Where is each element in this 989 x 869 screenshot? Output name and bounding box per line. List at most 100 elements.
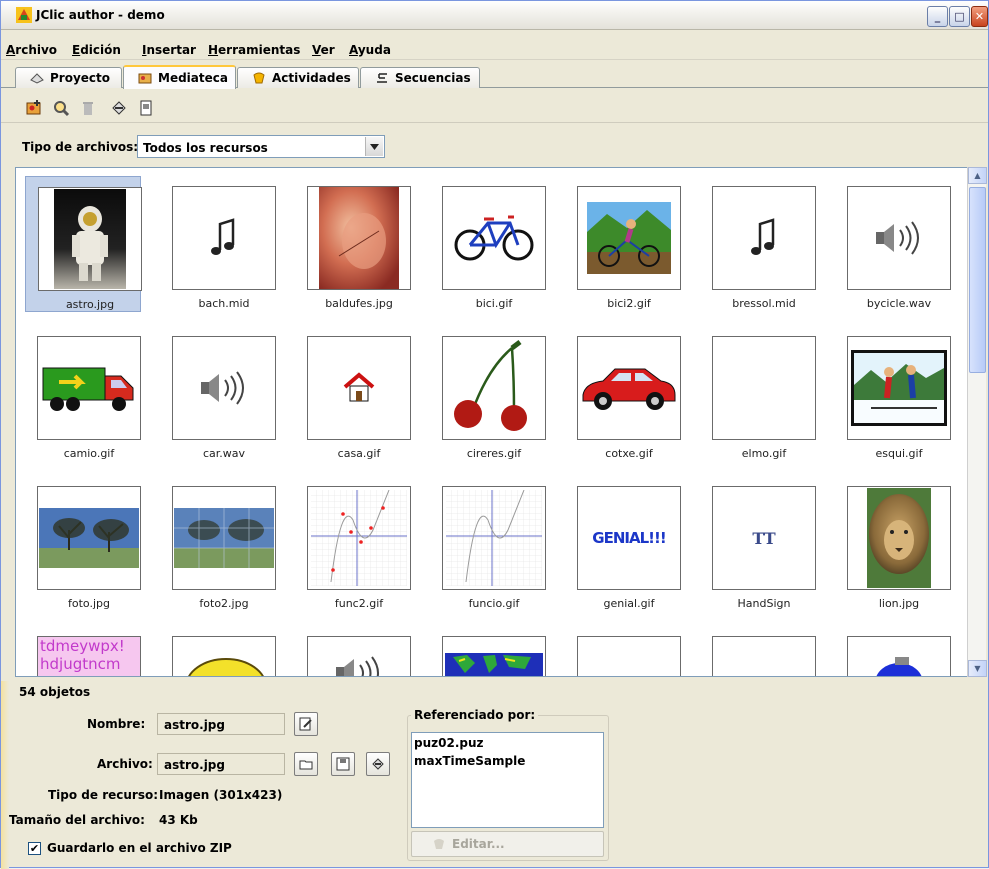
media-item[interactable]: baldufes.jpg	[295, 176, 411, 312]
project-icon	[30, 73, 44, 84]
window-title: JClic author - demo	[36, 8, 165, 22]
rename-button[interactable]	[294, 712, 318, 736]
media-item[interactable]: bici2.gif	[565, 176, 681, 312]
folder-icon	[299, 760, 313, 770]
media-item[interactable]: esqui.gif	[835, 326, 951, 462]
file-field[interactable]: astro.jpg	[157, 753, 285, 775]
media-item[interactable]: camio.gif	[25, 326, 141, 462]
update-file-button[interactable]	[366, 752, 390, 776]
media-item[interactable]	[160, 626, 276, 676]
activities-icon	[253, 72, 265, 84]
media-item[interactable]: elmo.gif	[700, 326, 816, 462]
media-item[interactable]: cireres.gif	[430, 326, 546, 462]
tab-proyecto[interactable]: Proyecto	[15, 67, 122, 88]
menu-insertar[interactable]: Insertar	[142, 43, 196, 57]
menu-edicion[interactable]: Edición	[72, 43, 121, 57]
media-item[interactable]	[835, 626, 951, 676]
skiers-thumbnail	[847, 336, 951, 440]
media-item[interactable]: bach.mid	[160, 176, 276, 312]
minimize-button[interactable]: _	[927, 6, 948, 27]
media-item[interactable]: tdmeywpx! hdjugtncm	[25, 626, 141, 676]
media-item-label: cireres.gif	[466, 447, 522, 460]
blank-thumbnail	[577, 636, 681, 676]
menu-archivo[interactable]: Archivo	[6, 43, 57, 57]
edit-button: Editar...	[411, 831, 604, 857]
letters-thumbnail: tdmeywpx! hdjugtncm	[37, 636, 141, 676]
media-item[interactable]	[700, 626, 816, 676]
media-item[interactable]: TT HandSign	[700, 476, 816, 612]
title-bar[interactable]: JClic author - demo _ □ ✕	[1, 1, 988, 30]
preview-button[interactable]	[50, 97, 72, 119]
zip-checkbox-row[interactable]: ✔ Guardarlo en el archivo ZIP	[28, 841, 232, 855]
activity-icon	[434, 839, 444, 849]
file-type-value: Todos los recursos	[143, 141, 268, 155]
world-map-thumbnail	[442, 636, 546, 676]
media-item[interactable]: GENIAL!!! genial.gif	[565, 476, 681, 612]
media-item-label: lion.jpg	[878, 597, 920, 610]
media-item-label: genial.gif	[603, 597, 655, 610]
filter-row: Tipo de archivos: Todos los recursos	[1, 131, 988, 163]
media-item[interactable]: bici.gif	[430, 176, 546, 312]
media-item[interactable]: func2.gif	[295, 476, 411, 612]
media-item[interactable]: astro.jpg	[25, 176, 142, 312]
media-item-label: cotxe.gif	[605, 447, 653, 460]
media-item[interactable]: cotxe.gif	[565, 326, 681, 462]
media-library-icon	[138, 73, 152, 84]
font-icon-thumbnail: TT	[712, 486, 816, 590]
menu-herramientas[interactable]: Herramientas	[208, 43, 300, 57]
chevron-down-icon[interactable]	[365, 137, 383, 156]
name-field[interactable]: astro.jpg	[157, 713, 285, 735]
close-button[interactable]: ✕	[971, 6, 988, 27]
media-item[interactable]: lion.jpg	[835, 476, 951, 612]
scroll-down-button[interactable]: ▼	[968, 660, 987, 677]
media-item-label: camio.gif	[63, 447, 115, 460]
media-item[interactable]	[295, 626, 411, 676]
media-item[interactable]: funcio.gif	[430, 476, 546, 612]
maximize-button[interactable]: □	[949, 6, 970, 27]
vertical-scrollbar[interactable]: ▲ ▼	[967, 167, 987, 677]
scroll-up-button[interactable]: ▲	[968, 167, 987, 184]
tab-actividades[interactable]: Actividades	[237, 67, 359, 88]
media-item[interactable]: car.wav	[160, 326, 276, 462]
media-item[interactable]: foto.jpg	[25, 476, 141, 612]
file-type-select[interactable]: Todos los recursos	[137, 135, 385, 158]
tab-mediateca[interactable]: Mediateca	[123, 65, 236, 89]
save-file-button[interactable]	[331, 752, 355, 776]
scroll-thumb[interactable]	[969, 187, 986, 373]
delete-icon	[83, 102, 93, 115]
truck-thumbnail	[37, 336, 141, 440]
menu-ayuda[interactable]: Ayuda	[349, 43, 391, 57]
list-item[interactable]: maxTimeSample	[414, 754, 525, 768]
export-button[interactable]	[135, 97, 157, 119]
lemon-thumbnail	[172, 636, 276, 676]
open-file-button[interactable]	[294, 752, 318, 776]
media-item[interactable]: bressol.mid	[700, 176, 816, 312]
menu-ver[interactable]: Ver	[312, 43, 335, 57]
file-size-label: Tamaño del archivo:	[9, 813, 145, 827]
zip-checkbox-label: Guardarlo en el archivo ZIP	[47, 841, 232, 855]
list-item[interactable]: puz02.puz	[414, 736, 484, 750]
media-item[interactable]	[565, 626, 681, 676]
genial-text: GENIAL!!!	[592, 529, 666, 547]
tab-secuencias[interactable]: Secuencias	[360, 67, 480, 88]
side-decoration	[1, 681, 9, 869]
add-media-button[interactable]	[23, 97, 45, 119]
media-item[interactable]	[430, 626, 546, 676]
media-item-label: bressol.mid	[732, 297, 796, 310]
references-list[interactable]: puz02.puz maxTimeSample	[411, 732, 604, 828]
media-item[interactable]: bycicle.wav	[835, 176, 951, 312]
media-item[interactable]: foto2.jpg	[160, 476, 276, 612]
name-label: Nombre:	[87, 717, 146, 731]
media-item[interactable]: casa.gif	[295, 326, 411, 462]
function-plot-points-thumbnail	[307, 486, 411, 590]
font-icon: TT	[752, 528, 776, 548]
music-note-thumbnail	[712, 186, 816, 290]
media-item-label: funcio.gif	[468, 597, 520, 610]
zip-checkbox[interactable]: ✔	[28, 841, 41, 855]
media-item-label: casa.gif	[337, 447, 381, 460]
file-size-value: 43 Kb	[159, 813, 198, 827]
update-button[interactable]	[108, 97, 130, 119]
media-grid[interactable]: astro.jpg bach.mid baldufes.jpg bici.gif bic…	[15, 167, 981, 677]
speaker-thumbnail	[307, 636, 411, 676]
media-item-label: baldufes.jpg	[325, 297, 393, 310]
